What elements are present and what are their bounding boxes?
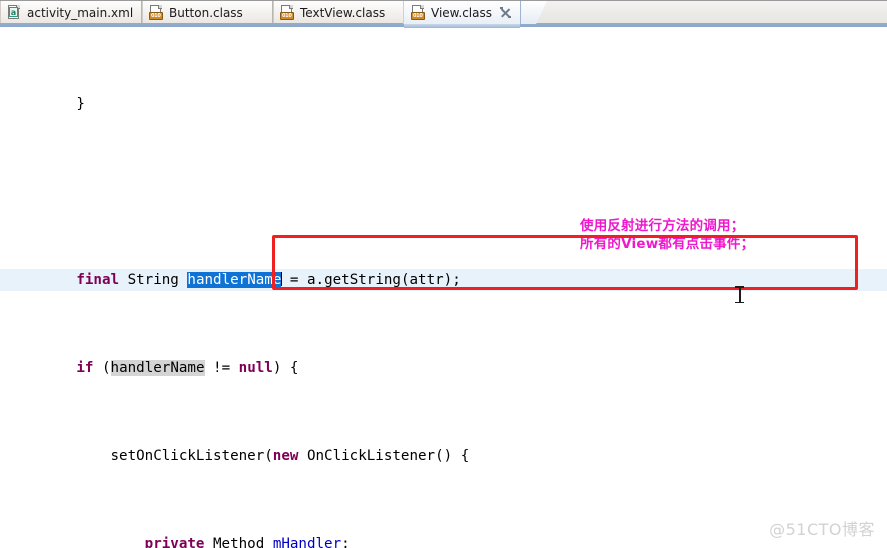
code-line: private Method mHandler; xyxy=(144,536,350,548)
tab-label: Button.class xyxy=(169,5,243,20)
code-line: setOnClickListener(new OnClickListener()… xyxy=(8,448,470,464)
code-editor-area[interactable]: } final String handlerName = a.getString… xyxy=(0,27,887,548)
code-line-current: final String handlerName = a.getString(a… xyxy=(0,269,887,291)
eclipse-editor-window: a activity_main.xml 010 Button.class 010… xyxy=(0,0,887,548)
class-file-icon: 010 xyxy=(411,5,425,20)
tab-label: TextView.class xyxy=(300,5,386,20)
class-file-icon: 010 xyxy=(280,5,294,20)
code-line: if (handlerName != null) { xyxy=(76,360,299,376)
annotation-note-line-2: 所有的View都有点击事件； xyxy=(580,236,755,252)
editor-tab-bar: a activity_main.xml 010 Button.class 010… xyxy=(0,0,887,28)
xml-file-icon: a xyxy=(7,5,21,20)
tab-activity-main-xml[interactable]: a activity_main.xml xyxy=(0,1,142,24)
tab-label: View.class xyxy=(431,5,492,20)
close-icon[interactable] xyxy=(499,7,511,18)
tab-button-class[interactable]: 010 Button.class xyxy=(142,1,273,24)
annotation-note-line-1: 使用反射进行方法的调用； xyxy=(580,218,745,234)
tab-label: activity_main.xml xyxy=(27,5,134,20)
tab-textview-class[interactable]: 010 TextView.class xyxy=(273,1,417,24)
tab-view-class[interactable]: 010 View.class xyxy=(403,1,521,28)
selected-token: handlerName xyxy=(187,272,282,288)
code-line: } xyxy=(8,96,85,112)
class-file-icon: 010 xyxy=(149,5,163,20)
source-code: } final String handlerName = a.getString… xyxy=(0,27,887,548)
tab-slant-cap xyxy=(521,1,547,24)
site-watermark: @51CTO博客 xyxy=(769,520,875,539)
